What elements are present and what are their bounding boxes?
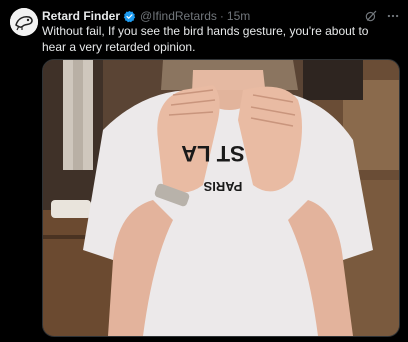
avatar-image (10, 8, 38, 36)
shirt-text-line1: ST LA (181, 141, 245, 166)
author-handle[interactable]: @IfindRetards (140, 9, 217, 23)
tweet-header: Retard Finder @IfindRetards · 15m (42, 8, 400, 24)
avatar[interactable] (10, 8, 38, 36)
more-options-icon[interactable] (386, 9, 400, 23)
verified-badge-icon (123, 10, 136, 23)
grok-icon[interactable] (364, 9, 378, 23)
tweet-text: Without fail, If you see the bird hands … (42, 24, 369, 54)
media-video-frame: ST LA PARIS (43, 60, 399, 336)
separator-dot: · (219, 9, 224, 23)
tweet-media[interactable]: ST LA PARIS (42, 59, 400, 337)
author-name[interactable]: Retard Finder (42, 9, 120, 23)
shirt-text-line2: PARIS (203, 179, 242, 194)
timestamp[interactable]: 15m (227, 9, 250, 23)
